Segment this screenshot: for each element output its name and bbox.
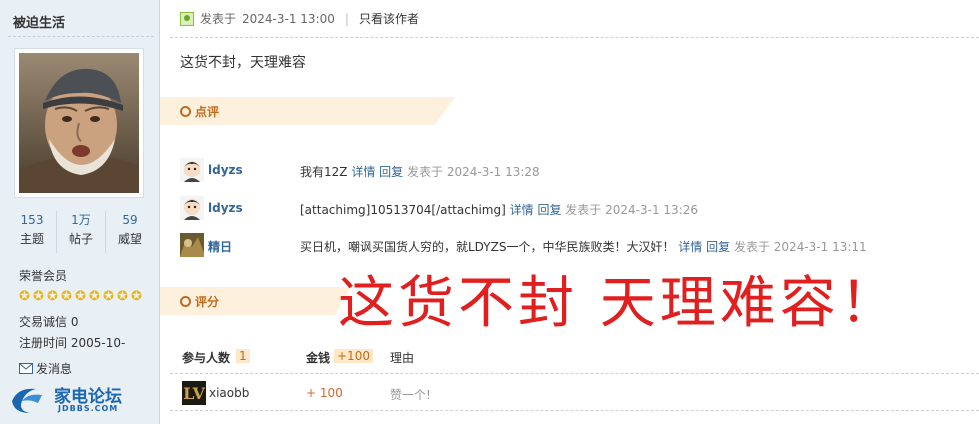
stat-topics[interactable]: 153 主题: [8, 211, 57, 253]
trade-credit-value[interactable]: 0: [71, 315, 79, 329]
divider: [170, 37, 979, 38]
comment-item: 精日 买日机，嘲讽买国货人穷的，就LDYZS一个，中华民族败类！大汉奸！ 详情 …: [180, 233, 970, 259]
participants-label: 参与人数: [182, 351, 231, 365]
comment-time: 发表于 2024-3-1 13:28: [407, 165, 540, 179]
avatar-photo: [19, 53, 139, 193]
comment-time: 发表于 2024-3-1 13:11: [733, 240, 867, 254]
posted-time: 2024-3-1 13:00: [242, 11, 335, 26]
stat-label: 帖子: [68, 232, 93, 246]
comment-user[interactable]: ldyzs: [208, 163, 243, 177]
rater-reason: 赞一个!: [390, 388, 431, 402]
comment-detail-link[interactable]: 详情: [678, 240, 702, 254]
register-time-label: 注册时间: [19, 336, 68, 350]
comment-text: 买日机，嘲讽买国货人穷的，就LDYZS一个，中华民族败类！大汉奸！: [300, 240, 675, 254]
overlay-slogan: 这货不封 天理难容！: [338, 271, 900, 336]
rating-table-header: 参与人数 1 金钱 +100 理由: [180, 349, 970, 367]
comment-body: 买日机，嘲讽买国货人穷的，就LDYZS一个，中华民族败类！大汉奸！ 详情 回复 …: [300, 238, 867, 255]
divider: [170, 373, 979, 374]
stat-prestige[interactable]: 59 威望: [106, 211, 154, 253]
send-message-button[interactable]: 发消息: [19, 360, 72, 377]
comment-reply-link[interactable]: 回复: [379, 165, 403, 179]
divider: [8, 36, 154, 37]
star-icon: ✪: [33, 289, 44, 304]
stat-value: 153: [20, 213, 44, 227]
trade-credit: 交易诚信 0: [19, 313, 78, 330]
divider: [170, 410, 979, 411]
rater-user[interactable]: xiaobb: [209, 386, 249, 400]
post-main: 发表于 2024-3-1 13:00 | 只看该作者 这货不封，天理难容 点评 …: [160, 0, 979, 424]
stat-posts[interactable]: 1万 帖子: [57, 211, 106, 253]
stat-label: 威望: [117, 232, 142, 246]
author-stats: 153 主题 1万 帖子 59 威望: [8, 211, 154, 253]
user-avatar-icon[interactable]: [180, 196, 204, 220]
rating-row: LV xiaobb + 100 赞一个!: [180, 381, 970, 405]
author-rank[interactable]: 荣誉会员: [19, 267, 67, 284]
star-icon: ✪: [103, 289, 114, 304]
comment-detail-link[interactable]: 详情: [510, 203, 534, 217]
rating-title-label: 评分: [195, 295, 220, 309]
stat-label: 主题: [19, 232, 44, 246]
comment-detail-link[interactable]: 详情: [351, 165, 375, 179]
comment-user[interactable]: 精日: [208, 238, 232, 255]
star-icon: ✪: [131, 289, 142, 304]
author-sidebar: 被迫生活 153 主题 1万 帖子 59 威望 荣誉会员 ✪ ✪ ✪ ✪ ✪ ✪…: [0, 0, 160, 424]
register-time: 注册时间 2005-10-: [19, 334, 125, 351]
envelope-icon: [19, 363, 33, 374]
reason-label: 理由: [390, 351, 415, 365]
comment-text: 我有12Z: [300, 165, 348, 179]
post-content: 这货不封，天理难容: [180, 55, 306, 71]
user-avatar-icon[interactable]: [180, 158, 204, 182]
star-icon: ✪: [61, 289, 72, 304]
money-label: 金钱: [306, 351, 331, 365]
online-status-icon: [180, 11, 194, 26]
comment-text: [attachimg]10513704[/attachimg]: [300, 203, 506, 217]
star-icon: ✪: [19, 289, 30, 304]
comment-user[interactable]: ldyzs: [208, 201, 243, 215]
comment-item: ldyzs 我有12Z 详情 回复 发表于 2024-3-1 13:28: [180, 158, 970, 184]
comment-body: 我有12Z 详情 回复 发表于 2024-3-1 13:28: [300, 163, 540, 180]
author-avatar[interactable]: [14, 48, 144, 198]
comment-time: 发表于 2024-3-1 13:26: [565, 203, 698, 217]
forum-logo: 家电论坛 JDBBS.COM: [8, 381, 158, 417]
money-total: +100: [334, 349, 373, 363]
comments-header: 点评: [160, 97, 455, 125]
comment-reply-link[interactable]: 回复: [706, 240, 730, 254]
stat-value: 1万: [71, 213, 91, 227]
comments-title: 点评: [180, 103, 219, 120]
rank-stars: ✪ ✪ ✪ ✪ ✪ ✪ ✪ ✪ ✪: [19, 290, 144, 303]
svg-text:LV: LV: [183, 384, 205, 403]
only-author-link[interactable]: 只看该作者: [359, 10, 419, 27]
posted-label: 发表于: [200, 12, 237, 26]
comment-body: [attachimg]10513704[/attachimg] 详情 回复 发表…: [300, 201, 698, 218]
circle-icon: [180, 296, 191, 307]
star-icon: ✪: [47, 289, 58, 304]
participants-count[interactable]: 1: [236, 349, 250, 363]
trade-credit-label: 交易诚信: [19, 315, 68, 329]
comment-item: ldyzs [attachimg]10513704[/attachimg] 详情…: [180, 196, 970, 222]
circle-icon: [180, 106, 191, 117]
meta-separator: |: [344, 11, 349, 26]
rater-money: + 100: [306, 386, 343, 400]
stat-value: 59: [122, 213, 138, 227]
author-name[interactable]: 被迫生活: [13, 12, 65, 31]
star-icon: ✪: [117, 289, 128, 304]
send-message-label: 发消息: [36, 362, 73, 376]
user-avatar-icon[interactable]: LV: [182, 381, 206, 405]
forum-logo-domain: JDBBS.COM: [58, 404, 119, 413]
user-avatar-icon[interactable]: [180, 233, 204, 257]
rating-title: 评分: [180, 293, 219, 310]
star-icon: ✪: [89, 289, 100, 304]
comment-reply-link[interactable]: 回复: [537, 203, 561, 217]
post-meta: 发表于 2024-3-1 13:00 | 只看该作者: [180, 10, 419, 27]
star-icon: ✪: [75, 289, 86, 304]
register-time-value: 2005-10-: [70, 336, 126, 350]
comments-title-label: 点评: [195, 105, 220, 119]
